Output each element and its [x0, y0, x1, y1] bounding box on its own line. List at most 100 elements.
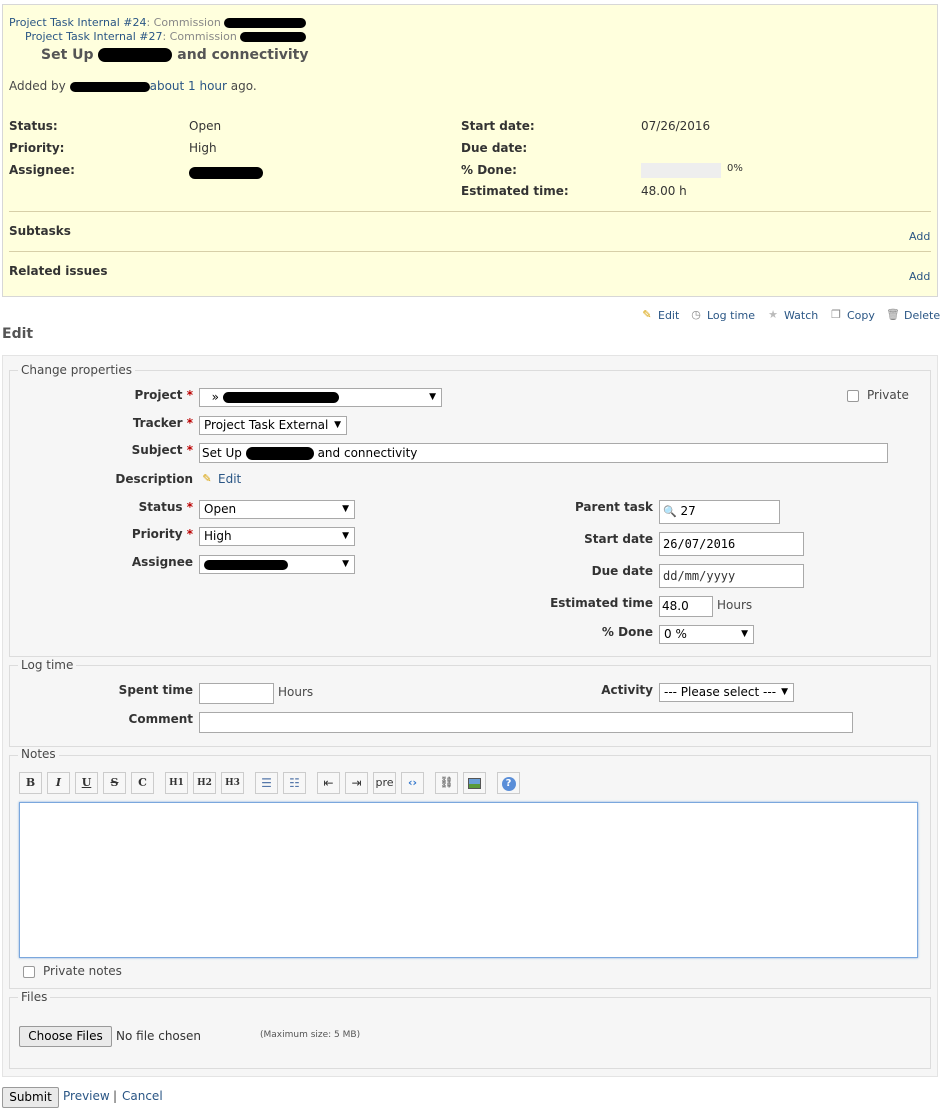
parent-issue-link[interactable]: Project Task Internal #27 [25, 30, 162, 43]
redacted-text [240, 32, 307, 42]
watch-link-label: Watch [784, 308, 819, 322]
chevron-down-icon: ▼ [429, 392, 436, 402]
chevron-down-icon: ▼ [741, 629, 748, 639]
done-select[interactable]: 0 % ▼ [659, 625, 754, 644]
parent-issue-suffix: : Commission [146, 16, 221, 29]
parent-task-value: 27 [680, 504, 696, 518]
outdent-button[interactable]: ⇤ [317, 772, 340, 794]
spent-time-input[interactable] [199, 683, 274, 704]
inline-code-button[interactable]: C [131, 772, 154, 794]
no-file-chosen-text: No file chosen [116, 1029, 202, 1043]
divider [9, 251, 931, 252]
copy-icon: ❐ [831, 308, 841, 321]
preview-link[interactable]: Preview [63, 1089, 110, 1103]
activity-label: Activity [601, 683, 653, 697]
watch-link[interactable]: ★ Watch [766, 308, 818, 322]
search-icon: 🔍 [663, 505, 677, 518]
subject-suffix: and connectivity [177, 47, 309, 63]
log-time-link-label: Log time [707, 308, 755, 322]
italic-button[interactable]: I [47, 772, 70, 794]
preformatted-button[interactable]: pre [373, 772, 396, 794]
link-icon: ⛓ [439, 776, 454, 789]
tracker-label-text: Tracker [132, 416, 183, 430]
project-select[interactable]: » ▼ [199, 388, 442, 407]
indent-button[interactable]: ⇥ [345, 772, 368, 794]
choose-files-button[interactable]: Choose Files [19, 1026, 112, 1047]
estimated-time-field-label: Estimated time [550, 596, 653, 610]
change-properties-legend: Change properties [18, 363, 135, 377]
added-by-label: Added by [9, 79, 66, 93]
comment-label: Comment [128, 712, 193, 726]
assignee-select[interactable]: ▼ [199, 555, 355, 574]
assignee-field-label: Assignee [131, 555, 193, 569]
heading-2-button[interactable]: H2 [193, 772, 216, 794]
done-percent: 0% [727, 163, 743, 174]
pencil-icon: ✎ [642, 308, 652, 321]
tracker-select-value: Project Task External [204, 418, 329, 432]
cancel-link[interactable]: Cancel [122, 1089, 163, 1103]
status-select-value: Open [204, 502, 237, 516]
delete-link[interactable]: 🗑 Delete [886, 308, 940, 322]
subject-label-text: Subject [131, 443, 183, 457]
added-time-link[interactable]: about 1 hour [150, 79, 227, 93]
activity-select[interactable]: --- Please select --- ▼ [659, 683, 794, 702]
subject-input-suffix: and connectivity [317, 446, 418, 460]
underline-button[interactable]: U [75, 772, 98, 794]
parent-issue-2: Project Task Internal #27: Commission [25, 30, 307, 43]
redacted-project [222, 392, 339, 403]
notes-legend: Notes [18, 747, 59, 761]
ordered-list-button[interactable]: ☷ [283, 772, 306, 794]
parent-task-input[interactable]: 🔍 27 [659, 500, 780, 524]
issue-subject: Set Up and connectivity [41, 47, 309, 63]
help-button[interactable]: ? [497, 772, 520, 794]
star-icon: ★ [768, 308, 778, 321]
issue-author: Added by about 1 hour ago. [9, 79, 257, 93]
project-select-value: » [211, 390, 219, 404]
divider [9, 211, 931, 212]
edit-link-label: Edit [658, 308, 680, 322]
code-highlight-button[interactable]: ‹› [401, 772, 424, 794]
edit-heading: Edit [2, 326, 34, 342]
estimated-time-value: 48.00 h [641, 184, 687, 198]
notes-textarea[interactable] [19, 802, 918, 958]
bold-button[interactable]: B [19, 772, 42, 794]
subject-prefix: Set Up [41, 47, 94, 63]
comment-input[interactable] [199, 712, 853, 733]
copy-link[interactable]: ❐ Copy [829, 308, 875, 322]
private-checkbox[interactable] [847, 390, 859, 402]
parent-issue-link[interactable]: Project Task Internal #24 [9, 16, 146, 29]
heading-3-button[interactable]: H3 [221, 772, 244, 794]
private-notes-checkbox[interactable] [23, 966, 35, 978]
priority-select-value: High [204, 529, 232, 543]
estimated-time-input[interactable]: 48.0 [659, 596, 713, 617]
heading-1-button[interactable]: H1 [165, 772, 188, 794]
add-subtask-link[interactable]: Add [909, 230, 930, 243]
priority-field-label: Priority * [131, 527, 193, 541]
chevron-down-icon: ▼ [342, 531, 349, 541]
priority-select[interactable]: High ▼ [199, 527, 355, 546]
image-button[interactable] [463, 772, 486, 794]
edit-link[interactable]: ✎ Edit [640, 308, 679, 322]
wiki-link-button[interactable]: ⛓ [435, 772, 458, 794]
due-date-input[interactable]: dd/mm/yyyy [659, 564, 804, 588]
redacted-assignee [189, 166, 263, 179]
priority-label: Priority: [9, 141, 65, 155]
redacted-author [69, 81, 150, 92]
start-date-input[interactable]: 26/07/2016 [659, 532, 804, 556]
status-select[interactable]: Open ▼ [199, 500, 355, 519]
copy-link-label: Copy [847, 308, 875, 322]
subject-input[interactable]: Set Up and connectivity [199, 443, 888, 463]
unordered-list-button[interactable]: ☰ [255, 772, 278, 794]
add-related-issue-link[interactable]: Add [909, 270, 930, 283]
max-size-note: (Maximum size: 5 MB) [260, 1030, 361, 1040]
tracker-select[interactable]: Project Task External ▼ [199, 416, 347, 435]
issue-details: Project Task Internal #24: Commission Pr… [2, 4, 938, 297]
done-select-value: 0 % [664, 627, 687, 641]
strikethrough-button[interactable]: S [103, 772, 126, 794]
log-time-link[interactable]: ◷ Log time [689, 308, 755, 322]
submit-button[interactable]: Submit [2, 1087, 59, 1108]
redacted-assignee [204, 559, 288, 570]
project-label-text: Project [134, 388, 183, 402]
description-edit-link[interactable]: ✎ Edit [200, 472, 241, 486]
log-time-fieldset [9, 665, 931, 747]
